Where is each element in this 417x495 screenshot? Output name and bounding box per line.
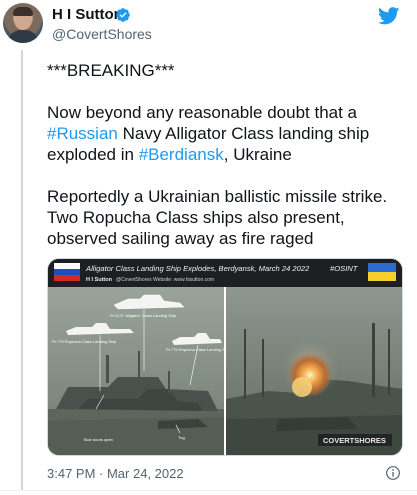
author-display-name[interactable]: H I Sutton <box>52 6 123 23</box>
avatar[interactable] <box>3 3 43 43</box>
tweet-paragraph-main: Now beyond any reasonable doubt that a #… <box>47 103 370 164</box>
right-photo-panel: COVERTSHORES <box>226 287 402 455</box>
label-alligator: Pr.1171 'Alligator' Class Landing Ship <box>110 313 177 318</box>
label-ropucha-2: Pr.775 Ropucha Class Landing Ship <box>166 347 231 352</box>
tweet-paragraph-detail: Reportedly a Ukrainian ballistic missile… <box>47 187 388 248</box>
tweet-timestamp[interactable]: 3:47 PM · Mar 24, 2022 <box>47 466 184 481</box>
label-tug: Tug <box>178 435 185 440</box>
tweet-card: H I Sutton @CovertShores ***BREAKING*** … <box>0 0 417 495</box>
ukraine-flag-icon <box>368 263 396 272</box>
tweet-media-image[interactable]: Alligator Class Landing Ship Explodes, B… <box>47 258 403 456</box>
hashtag-berdiansk[interactable]: #Berdiansk <box>139 145 224 164</box>
panel-divider <box>224 287 226 455</box>
banner-tag: #OSINT <box>330 264 359 273</box>
watermark: COVERTSHORES <box>323 436 386 445</box>
label-ropucha-1: Pr.775 Ropucha Class Landing Ship <box>52 339 117 344</box>
tweet-text: ***BREAKING*** Now beyond any reasonable… <box>47 60 407 270</box>
hashtag-russian[interactable]: #Russian <box>47 124 118 143</box>
info-icon[interactable] <box>385 465 401 481</box>
tweet-divider <box>0 490 417 491</box>
thread-line <box>21 50 23 490</box>
author-handle[interactable]: @CovertShores <box>52 26 152 42</box>
tweet-line-breaking: ***BREAKING*** <box>47 61 175 80</box>
banner-title: Alligator Class Landing Ship Explodes, B… <box>85 264 310 273</box>
banner-credit: H I Sutton <box>86 277 113 283</box>
tweet-header: H I Sutton @CovertShores <box>0 0 417 48</box>
verified-badge-icon <box>116 8 130 22</box>
left-photo-panel: Pr.1171 'Alligator' Class Landing Ship P… <box>48 287 231 455</box>
banner-credit-sub: @CovertShores Website: www.hisutton.com <box>116 277 214 283</box>
label-bow-doors: Bow doors open <box>84 437 113 442</box>
twitter-bird-icon[interactable] <box>378 7 400 25</box>
